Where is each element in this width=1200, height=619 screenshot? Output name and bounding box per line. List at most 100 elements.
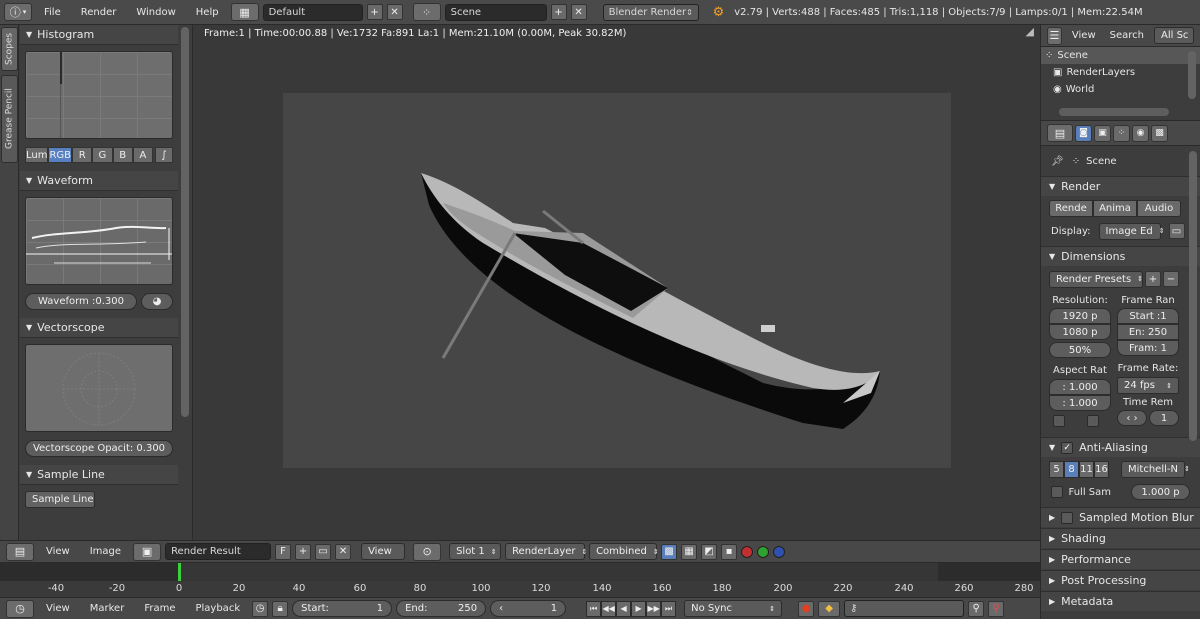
editor-type-button[interactable]: ▤ [1047, 124, 1073, 142]
anti-aliasing-section-header[interactable]: ▼ ✓ Anti-Aliasing [1041, 437, 1200, 457]
scene-tab-icon[interactable]: ⁘ [1113, 124, 1130, 142]
channel-r[interactable]: R [72, 147, 93, 163]
border-checkbox[interactable] [1053, 415, 1065, 427]
close-icon[interactable]: ✕ [570, 4, 587, 20]
render-layers-tab-icon[interactable]: ▣ [1094, 124, 1111, 142]
resolution-percent-field[interactable]: 50% [1049, 342, 1111, 358]
aa-samples-16[interactable]: 16 [1094, 460, 1109, 478]
render-section-header[interactable]: ▼ Render [1041, 176, 1200, 196]
menu-view[interactable]: View [38, 603, 78, 614]
view-mode-dropdown[interactable]: View [361, 543, 406, 560]
menu-frame[interactable]: Frame [136, 603, 183, 614]
play-icon[interactable]: ▶ [631, 600, 647, 617]
vectorscope-header[interactable]: ▼ Vectorscope [20, 318, 178, 338]
render-pass-dropdown[interactable]: Combined ⇕ [589, 543, 659, 560]
outliner-scrollbar[interactable] [1188, 51, 1196, 99]
green-channel-icon[interactable] [757, 545, 770, 558]
shading-section-header[interactable]: ▶ Shading [1041, 528, 1200, 548]
metadata-section-header[interactable]: ▶ Metadata [1041, 591, 1200, 611]
lock-icon[interactable]: 🔒︎ [272, 600, 289, 617]
channel-a[interactable]: A [132, 147, 153, 163]
preview-range-icon[interactable]: ◷ [252, 600, 269, 617]
menu-marker[interactable]: Marker [82, 603, 133, 614]
render-image-button[interactable]: Rende [1049, 199, 1093, 217]
editor-type-button[interactable]: ⓘ ▾ [4, 3, 32, 21]
menu-render[interactable]: Render [73, 7, 125, 18]
menu-window[interactable]: Window [128, 7, 183, 18]
editor-type-button[interactable]: ◷ [6, 599, 34, 618]
layout-name-field[interactable]: Default [262, 3, 363, 21]
lock-interface-icon[interactable]: ▭ [1168, 223, 1185, 239]
red-channel-icon[interactable] [741, 545, 754, 558]
menu-help[interactable]: Help [188, 7, 227, 18]
add-layout-icon[interactable]: + [366, 4, 383, 20]
channel-b[interactable]: B [112, 147, 133, 163]
channel-g[interactable]: G [92, 147, 113, 163]
image-editor-viewport[interactable]: Frame:1 | Time:00:00.88 | Ve:1732 Fa:891… [193, 25, 1040, 540]
render-audio-button[interactable]: Audio [1137, 199, 1181, 217]
aa-samples-5[interactable]: 5 [1049, 460, 1064, 478]
fake-user-button[interactable]: F [275, 543, 292, 560]
sample-line-header[interactable]: ▼ Sample Line [20, 465, 178, 485]
alpha-icon[interactable]: ▦ [681, 543, 698, 560]
area-split-icon[interactable]: ◢ [1026, 25, 1034, 38]
menu-search[interactable]: Search [1106, 30, 1148, 41]
display-mode-dropdown[interactable]: All Sc [1154, 27, 1194, 44]
performance-section-header[interactable]: ▶ Performance [1041, 549, 1200, 569]
pivot-icon[interactable]: ⊙ [413, 542, 442, 561]
motion-blur-section-header[interactable]: ▶ Sampled Motion Blur [1041, 507, 1200, 527]
aa-filter-dropdown[interactable]: Mitchell-N ⇕ [1121, 460, 1190, 478]
pin-icon[interactable]: 📌︎ [1051, 156, 1064, 167]
motion-blur-checkbox[interactable] [1061, 511, 1074, 524]
color-mode-dropdown[interactable]: ◕ [141, 293, 173, 310]
texture-tab-icon[interactable]: ▩ [1151, 124, 1168, 142]
outliner-item-world[interactable]: ◉ World [1041, 81, 1200, 98]
frame-rate-dropdown[interactable]: 24 fps ⇕ [1117, 377, 1179, 394]
delete-key-icon[interactable]: ⚲ [988, 600, 1005, 617]
next-keyframe-icon[interactable]: ▶▶ [646, 600, 662, 617]
world-tab-icon[interactable]: ◉ [1132, 124, 1149, 142]
jump-end-icon[interactable]: ⏭ [661, 600, 677, 617]
remove-preset-icon[interactable]: − [1163, 271, 1179, 287]
render-animation-button[interactable]: Anima [1093, 199, 1137, 217]
editor-type-button[interactable]: ▤ [6, 542, 34, 561]
display-dropdown[interactable]: Image Ed ⇕ [1098, 222, 1165, 240]
outliner-item-scene[interactable]: ⁘ Scene [1041, 47, 1200, 64]
anti-aliasing-checkbox[interactable]: ✓ [1061, 441, 1074, 454]
scene-name-field[interactable]: Scene [444, 3, 547, 21]
properties-scrollbar[interactable] [1189, 151, 1197, 441]
channel-rgb[interactable]: RGB [48, 147, 73, 163]
menu-view[interactable]: View [1068, 30, 1100, 41]
frame-start-field[interactable]: Start :1 [1117, 308, 1179, 324]
vectorscope-opacity-field[interactable]: Vectorscope Opacit: 0.300 [25, 440, 173, 457]
menu-view[interactable]: View [38, 546, 78, 557]
post-processing-section-header[interactable]: ▶ Post Processing [1041, 570, 1200, 590]
render-tab-icon[interactable]: ◙ [1075, 124, 1092, 142]
resolution-x-field[interactable]: 1920 p [1049, 308, 1111, 324]
time-remap-old-field[interactable]: ‹ › [1117, 410, 1147, 426]
time-remap-new-field[interactable]: 1 [1149, 410, 1179, 426]
render-engine-dropdown[interactable]: Blender Render ⇕ [602, 3, 699, 21]
filter-size-field[interactable]: 1.000 p [1131, 484, 1190, 500]
prev-keyframe-icon[interactable]: ◀◀ [601, 600, 617, 617]
aspect-x-field[interactable]: : 1.000 [1049, 379, 1111, 395]
waveform-opacity-field[interactable]: Waveform :0.300 [25, 293, 137, 310]
render-layer-dropdown[interactable]: RenderLayer ⇕ [505, 543, 587, 560]
editor-type-button[interactable]: ☰ [1047, 26, 1062, 45]
tab-scopes[interactable]: Scopes [1, 27, 18, 71]
current-frame-cursor[interactable] [178, 563, 181, 581]
add-scene-icon[interactable]: + [550, 4, 567, 20]
keying-set-field[interactable]: ⚷ [844, 600, 965, 617]
frame-end-field[interactable]: En: 250 [1117, 324, 1179, 340]
aa-samples-8[interactable]: 8 [1064, 460, 1079, 478]
channel-icon[interactable]: ▪ [721, 543, 738, 560]
blue-channel-icon[interactable] [773, 545, 786, 558]
frame-step-field[interactable]: Fram: 1 [1117, 340, 1179, 356]
image-browse-button[interactable]: ▣ [133, 542, 162, 561]
z-buffer-icon[interactable]: ◩ [701, 543, 718, 560]
resolution-y-field[interactable]: 1080 p [1049, 324, 1111, 340]
keying-icon[interactable]: ◆ [818, 600, 841, 617]
sync-dropdown[interactable]: No Sync ⇕ [684, 600, 783, 617]
curve-icon[interactable]: ∫ [154, 147, 173, 163]
current-frame-field[interactable]: ‹ 1 [490, 600, 567, 617]
